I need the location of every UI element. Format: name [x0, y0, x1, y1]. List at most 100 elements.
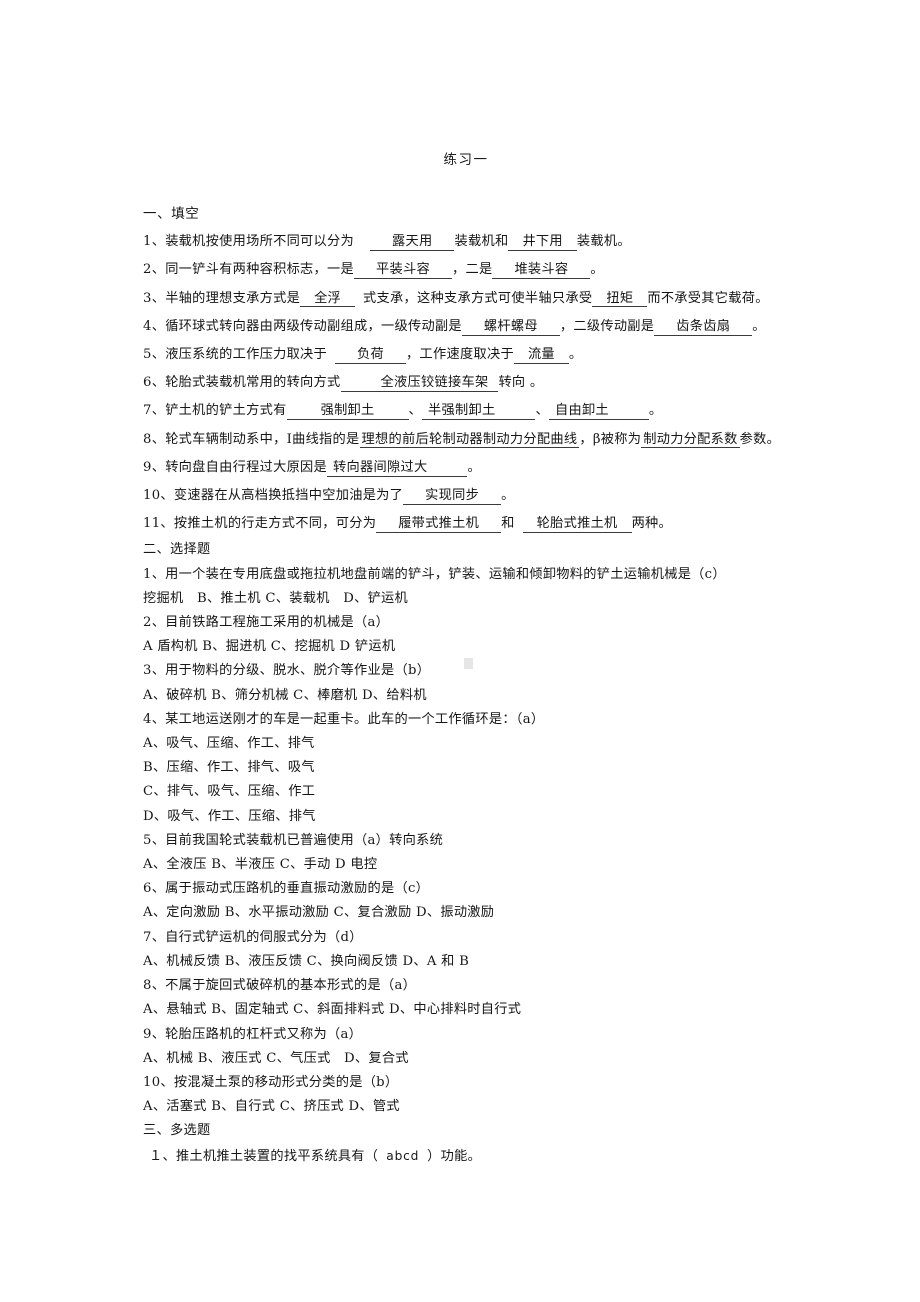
question-text: 装载机和	[454, 234, 509, 250]
question-text: 转向 。	[498, 375, 544, 391]
question-text: 半轴的理想支承方式是	[165, 290, 301, 306]
page-title: 练习一	[443, 152, 489, 168]
question-text: 按推土机的行走方式不同，可分为	[173, 516, 377, 532]
question-text: 。	[467, 459, 481, 475]
choice-question-7-options[interactable]: A、机械反馈 B、液压反馈 C、换向阀反馈 D、A 和 B	[143, 950, 843, 974]
choice-question-4-option-d[interactable]: D、吸气、作工、压缩、排气	[143, 805, 843, 829]
choice-question-3-options[interactable]: A、破碎机 B、筛分机械 C、棒磨机 D、给料机	[143, 684, 843, 708]
fill-question-3: 3、半轴的理想支承方式是 全浮 式支承，这种支承方式可使半轴只承受 扭矩 而不承受其它载…	[143, 285, 843, 313]
question-text: ，二级传动副是	[559, 318, 655, 334]
fill-question-11: 11、按推土机的行走方式不同，可分为 履带式推土机和轮胎式推土机 两种。	[143, 510, 843, 538]
document-body: 一、填空 1、装载机按使用场所不同可以分为 露天用 装载机和 井下用 装载机。 2、同一…	[143, 200, 843, 1169]
answer-blank[interactable]: 全浮	[300, 291, 356, 308]
section-multi-choice: 三、多选题 １、推土机推土装置的找平系统具有（ abcd ）功能。	[143, 1119, 843, 1168]
choice-question-4-option-c[interactable]: C、排气、吸气、压缩、作工	[143, 780, 843, 804]
choice-question-2-options[interactable]: A 盾构机 B、掘进机 C、挖掘机 D 铲运机	[143, 635, 843, 659]
choice-question-8-options[interactable]: A、悬轴式 B、固定轴式 C、斜面排料式 D、中心排料时自行式	[143, 998, 843, 1022]
answer-blank[interactable]: 螺杆螺母	[461, 319, 560, 336]
fill-question-7: 7、铲土机的铲土方式有 强制卸土、半强制卸土、自由卸土。	[143, 397, 843, 425]
answer-blank[interactable]: 轮胎式推土机	[522, 517, 632, 534]
question-text: ，工作速度取决于	[406, 347, 514, 363]
section-heading-multi-choice: 三、多选题	[143, 1123, 211, 1139]
question-text: 、	[535, 403, 549, 419]
choice-question-5-stem: 5、目前我国轮式装载机已普遍使用（a）转向系统	[143, 832, 444, 848]
choice-question-10-stem: 10、按混凝土泵的移动形式分类的是（b）	[143, 1074, 399, 1090]
question-text: ，二是	[451, 262, 493, 278]
answer-blank[interactable]: 全液压铰链接车架	[340, 376, 499, 393]
choice-question-10-options[interactable]: A、活塞式 B、自行式 C、挤压式 D、管式	[143, 1095, 843, 1119]
choice-question-9-options[interactable]: A、机械 B、液压式 C、气压式 D、复合式	[143, 1047, 843, 1071]
answer-blank[interactable]: 堆装斗容	[492, 263, 591, 280]
fill-question-8: 8、轮式车辆制动系中，Ⅰ曲线指的是 理想的前后轮制动器制动力分配曲线 ，β被称为 制动…	[143, 426, 843, 454]
section-heading-fill-in: 一、填空	[143, 206, 200, 222]
multi-question-prefix: １、推土机推土装置的找平系统具有（	[149, 1148, 379, 1164]
answer-blank[interactable]: 实现同步	[403, 489, 502, 505]
answer-blank[interactable]: 履带式推土机	[376, 517, 502, 534]
choice-question-6-options[interactable]: A、定向激励 B、水平振动激励 C、复合激励 D、振动激励	[143, 901, 843, 925]
answer-blank[interactable]: 自由卸土	[548, 404, 649, 421]
question-number: 11、	[143, 516, 174, 532]
answer-blank[interactable]: 流量	[513, 348, 569, 364]
fill-question-10: 10、变速器在从高档换抵挡中空加油是为了 实现同步。	[143, 482, 843, 510]
question-text: 同一铲斗有两种容积标志，一是	[165, 262, 355, 278]
fill-question-2: 2、同一铲斗有两种容积标志，一是 平装斗容 ，二是 堆装斗容。	[143, 256, 843, 284]
choice-question-4-option-a[interactable]: A、吸气、压缩、作工、排气	[143, 732, 843, 756]
question-text: 轮胎式装载机常用的转向方式	[165, 375, 341, 391]
choice-question-1-stem: 1、用一个装在专用底盘或拖拉机地盘前端的铲斗，铲装、运输和倾卸物料的铲土运输机械…	[143, 566, 726, 582]
question-text: 轮式车辆制动系中，Ⅰ曲线指的是	[165, 431, 360, 447]
question-number: 1、	[143, 234, 166, 250]
choice-question-4-stem: 4、某工地运送刚才的车是一起重卡。此车的一个工作循环是：（a）	[143, 711, 545, 727]
question-text: 装载机按使用场所不同可以分为	[165, 234, 355, 250]
question-number: 3、	[143, 290, 166, 306]
question-number: 2、	[143, 262, 166, 278]
answer-blank[interactable]: 制动力分配系数	[641, 432, 740, 449]
choice-question-3-stem: 3、用于物料的分级、脱水、脱介等作业是（b）	[143, 663, 431, 679]
choice-question-7-stem: 7、自行式铲运机的伺服式分为（d）	[143, 929, 363, 945]
answer-blank[interactable]: 理想的前后轮制动器制动力分配曲线	[359, 432, 580, 449]
question-text: 式支承，这种支承方式可使半轴只承受	[363, 290, 593, 306]
multi-question-suffix: ）功能。	[427, 1148, 482, 1164]
question-text: 。	[501, 488, 515, 504]
answer-blank[interactable]: 露天用	[370, 235, 455, 252]
question-text: 。	[648, 403, 663, 419]
question-text: 、	[408, 403, 423, 419]
question-number: 8、	[143, 431, 166, 447]
question-text: 。	[590, 262, 604, 278]
question-text: 铲土机的铲土方式有	[165, 403, 287, 419]
answer-blank[interactable]: 负荷	[335, 348, 407, 364]
choice-question-5-options[interactable]: A、全液压 B、半液压 C、手动 D 电控	[143, 853, 843, 877]
fill-question-6: 6、轮胎式装载机常用的转向方式 全液压铰链接车架 转向 。	[143, 369, 843, 397]
section-heading-choice: 二、选择题	[143, 542, 211, 558]
question-text: 和	[501, 516, 515, 532]
answer-blank[interactable]: 井下用	[508, 235, 577, 252]
fill-question-1: 1、装载机按使用场所不同可以分为 露天用 装载机和 井下用 装载机。	[143, 228, 843, 256]
choice-question-9-stem: 9、轮胎压路机的杠杆式又称为（a）	[143, 1026, 363, 1042]
scan-artifact	[464, 658, 473, 669]
answer-blank[interactable]: 齿条齿扇	[654, 319, 753, 336]
section-fill-in: 一、填空 1、装载机按使用场所不同可以分为 露天用 装载机和 井下用 装载机。 2、同一…	[143, 200, 843, 538]
question-text: 。	[568, 347, 583, 363]
question-text: ，β被称为	[579, 431, 642, 447]
multi-question-1: １、推土机推土装置的找平系统具有（ abcd ）功能。	[143, 1144, 843, 1169]
answer-blank[interactable]: 扭矩	[592, 291, 648, 308]
choice-question-1-options[interactable]: 挖掘机 B、推土机 C、装载机 D、铲运机	[143, 587, 843, 611]
document-page: 练习一 一、填空 1、装载机按使用场所不同可以分为 露天用 装载机和 井下用 装载机。 …	[0, 0, 920, 1302]
fill-question-4: 4、循环球式转向器由两级传动副组成，一级传动副是 螺杆螺母 ，二级传动副是 齿条齿扇。	[143, 313, 843, 341]
answer-blank[interactable]: 转向器间隙过大	[327, 460, 468, 477]
answer-blank[interactable]: 强制卸土	[286, 404, 409, 421]
question-number: 4、	[143, 318, 166, 334]
question-text: 两种。	[631, 516, 673, 532]
multi-answer-key[interactable]: abcd	[386, 1149, 419, 1163]
choice-question-6-stem: 6、属于振动式压路机的垂直振动激励的是（c）	[143, 881, 430, 897]
answer-blank[interactable]: 平装斗容	[354, 263, 452, 280]
question-text: 参数。	[739, 431, 781, 447]
question-number: 10、	[143, 488, 174, 504]
question-number: 5、	[143, 347, 166, 363]
fill-question-5: 5、液压系统的工作压力取决于 负荷 ，工作速度取决于 流量。	[143, 341, 843, 369]
question-text: 而不承受其它载荷。	[647, 290, 769, 306]
question-text: 装载机。	[576, 234, 631, 250]
choice-question-4-option-b[interactable]: B、压缩、作工、排气、吸气	[143, 756, 843, 780]
answer-blank[interactable]: 半强制卸土	[422, 404, 536, 421]
question-number: 6、	[143, 375, 166, 391]
question-text: 。	[752, 318, 766, 334]
